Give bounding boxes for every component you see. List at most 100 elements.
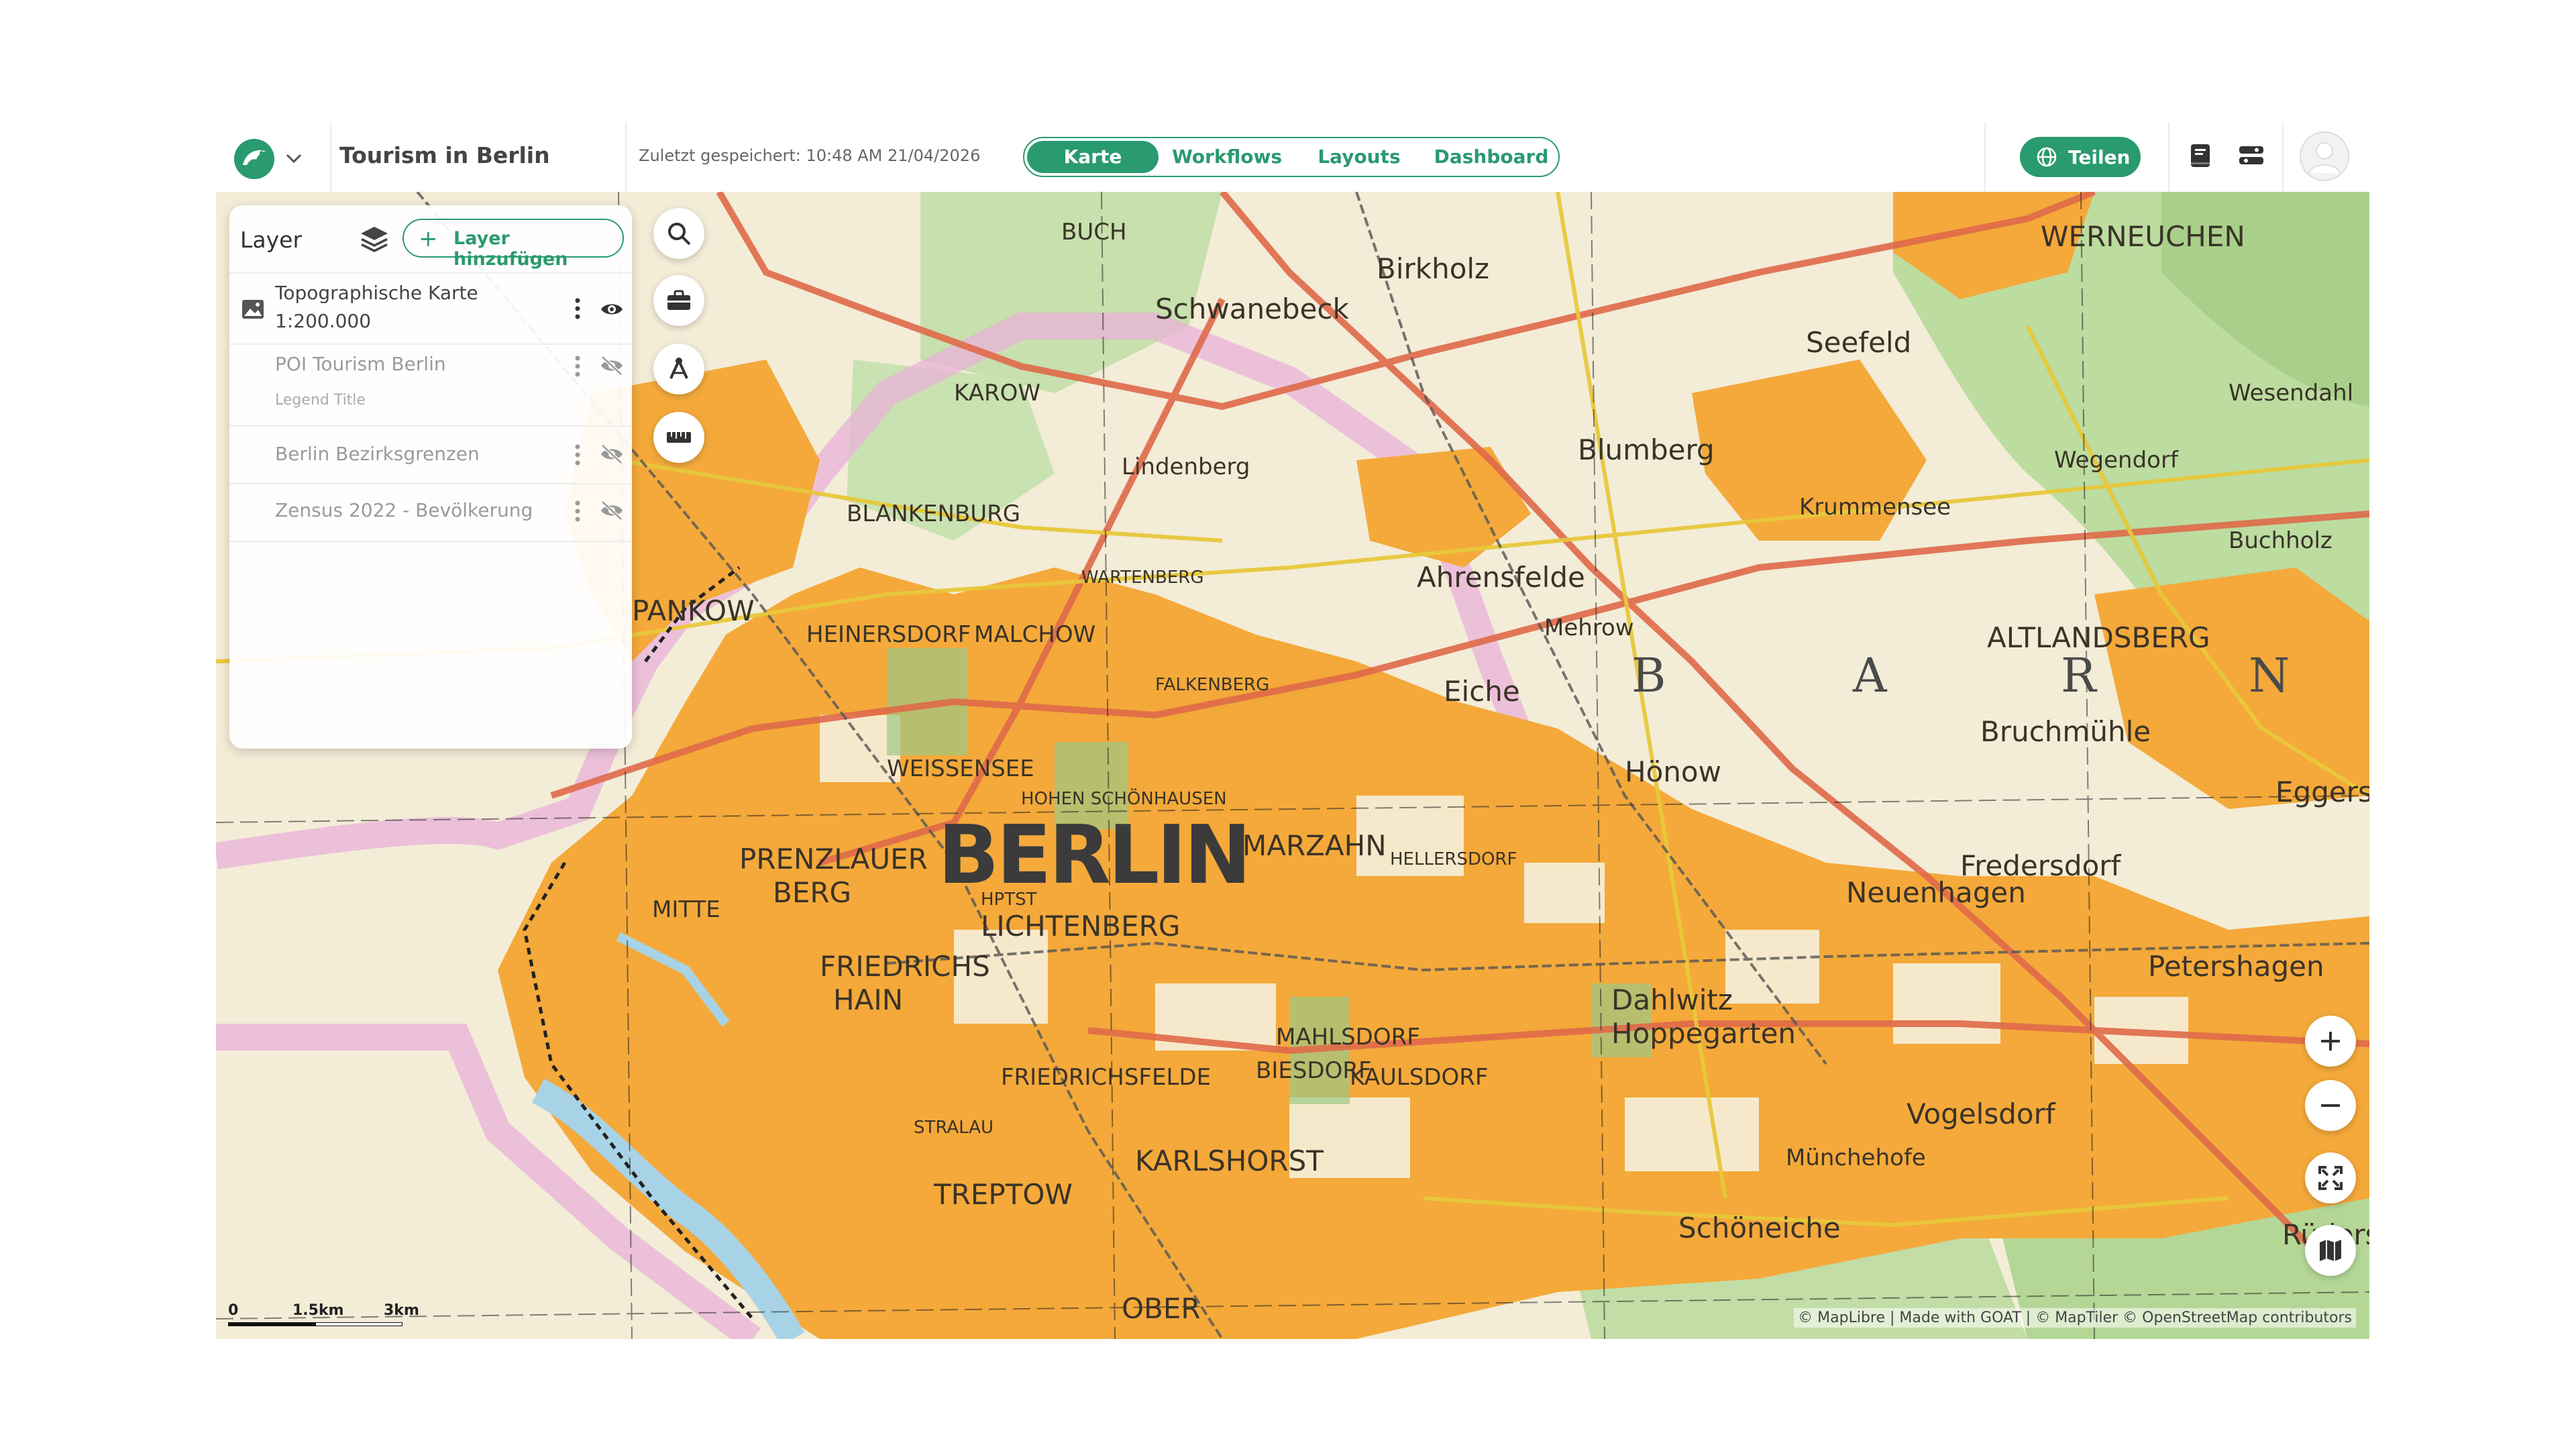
map-label-pankow: PANKOW — [632, 594, 755, 627]
layer-item-bezirksgrenzen[interactable]: Berlin Bezirksgrenzen — [229, 427, 632, 482]
scale-label-2: 3km — [384, 1302, 419, 1319]
divider — [229, 541, 632, 542]
logo-menu[interactable] — [233, 134, 314, 181]
book-icon[interactable] — [2186, 141, 2215, 170]
map-attribution[interactable]: © MapLibre | Made with GOAT | © MapTiler… — [1794, 1308, 2356, 1328]
zoom-out-button[interactable] — [2305, 1080, 2356, 1131]
map-label-stralau: STRALAU — [914, 1118, 994, 1138]
more-options-icon[interactable] — [574, 443, 581, 467]
map-label-buch: BUCH — [1061, 219, 1127, 246]
measure-button[interactable] — [653, 412, 704, 463]
add-layer-label: Layer hinzufügen — [453, 228, 568, 270]
plus-icon: + — [419, 225, 438, 252]
map-label-eggersdorf: Eggersdo — [2275, 775, 2369, 808]
map-label-friedrichsfelde: FRIEDRICHSFELDE — [1001, 1064, 1212, 1091]
chevron-down-icon[interactable] — [284, 152, 303, 165]
add-layer-button[interactable]: + Layer hinzufügen — [402, 219, 624, 270]
toolbox-button[interactable] — [653, 275, 704, 326]
tab-layouts[interactable]: Layouts — [1295, 141, 1423, 173]
map-label-weissensee: WEISSENSEE — [887, 755, 1034, 782]
map-label-buchholz: Buchholz — [2229, 527, 2332, 554]
map-label-bruchmuehle: Bruchmühle — [1980, 715, 2151, 748]
zoom-in-button[interactable] — [2305, 1016, 2356, 1067]
layer-item-poi-tourism[interactable]: POI Tourism Berlin Legend Title — [229, 345, 632, 424]
map-label-werneuchen: WERNEUCHEN — [2041, 220, 2245, 253]
divider — [229, 272, 632, 274]
project-title[interactable]: Tourism in Berlin — [339, 142, 550, 168]
map-canvas[interactable]: BERLIN HPTST WERNEUCHEN ALTLANDSBERG Ahr… — [216, 192, 2369, 1339]
layer-item-topographische-karte[interactable]: Topographische Karte 1:200.000 — [229, 275, 632, 342]
share-label: Teilen — [2068, 146, 2131, 168]
draw-button[interactable] — [653, 343, 704, 394]
tab-karte[interactable]: Karte — [1027, 141, 1159, 173]
layer-name: Zensus 2022 - Bevölkerung — [275, 499, 533, 521]
map-label-vogelsdorf: Vogelsdorf — [1907, 1097, 2055, 1130]
map-label-berg: BERG — [773, 876, 852, 909]
map-label-muenchehofe: Münchehofe — [1786, 1144, 1926, 1171]
map-label-hellersdorf: HELLERSDORF — [1390, 849, 1517, 869]
map-label-blumberg: Blumberg — [1578, 433, 1715, 466]
logo-icon[interactable] — [233, 138, 275, 180]
zoom-in-icon — [2321, 1032, 2340, 1051]
layer-item-zensus[interactable]: Zensus 2022 - Bevölkerung — [229, 484, 632, 539]
divider — [1984, 122, 1986, 192]
map-label-lichtenberg: LICHTENBERG — [981, 910, 1181, 943]
eye-off-icon[interactable] — [600, 444, 624, 464]
map-label-lindenberg: Lindenberg — [1122, 453, 1250, 480]
draw-icon — [669, 358, 688, 379]
map-label-karlshorst: KARLSHORST — [1135, 1144, 1324, 1177]
layers-stack-icon[interactable] — [358, 223, 390, 255]
map-label-region-a: A — [1853, 648, 1891, 703]
map-label-malchow: MALCHOW — [974, 621, 1096, 648]
toggle-panels-icon[interactable] — [2237, 141, 2266, 170]
measure-icon — [667, 432, 691, 443]
user-icon — [2300, 131, 2349, 181]
layer-panel: Layer + Layer hinzufügen Topographische … — [229, 205, 632, 749]
map-label-wesendahl: Wesendahl — [2229, 380, 2354, 407]
eye-off-icon[interactable] — [600, 356, 624, 376]
layer-name: Berlin Bezirksgrenzen — [275, 443, 480, 465]
more-options-icon[interactable] — [574, 499, 581, 523]
map-label-fredersdorf: Fredersdorf — [1960, 849, 2121, 882]
search-icon — [668, 223, 691, 246]
globe-icon — [2037, 147, 2057, 167]
map-label-karow: KAROW — [954, 380, 1040, 407]
map-label-prenzlauer: PRENZLAUER — [739, 843, 928, 875]
more-options-icon[interactable] — [574, 297, 581, 321]
layer-panel-title: Layer — [240, 227, 303, 253]
user-avatar[interactable] — [2300, 131, 2349, 181]
top-header: Tourism in Berlin Zuletzt gespeichert: 1… — [216, 122, 2369, 193]
map-label-berlin: BERLIN — [938, 809, 1251, 902]
tab-dashboard[interactable]: Dashboard — [1426, 141, 1557, 173]
map-label-mehrow: Mehrow — [1544, 614, 1634, 641]
scale-bar-segment — [315, 1322, 402, 1326]
app-window: Tourism in Berlin Zuletzt gespeichert: 1… — [216, 122, 2369, 1339]
view-tabs: Karte Workflows Layouts Dashboard — [1023, 137, 1560, 177]
map-label-krummensee: Krummensee — [1799, 494, 1951, 521]
tab-workflows[interactable]: Workflows — [1161, 141, 1293, 173]
map-label-region-b: B — [1631, 648, 1670, 703]
fullscreen-button[interactable] — [2305, 1152, 2356, 1203]
map-label-hoenow: Hönow — [1625, 755, 1721, 788]
more-options-icon[interactable] — [574, 354, 581, 378]
layer-scale: 1:200.000 — [275, 310, 372, 332]
scale-bar-segment — [228, 1322, 315, 1326]
layer-name: POI Tourism Berlin — [275, 353, 446, 375]
eye-off-icon[interactable] — [600, 500, 624, 521]
map-label-treptow: TREPTOW — [934, 1178, 1073, 1211]
scale-label-0: 0 — [228, 1302, 239, 1319]
map-label-heinersdorf: HEINERSDORF — [806, 621, 971, 648]
eye-icon[interactable] — [600, 299, 624, 319]
map-label-schwanebeck: Schwanebeck — [1155, 292, 1349, 325]
share-button[interactable]: Teilen — [2020, 137, 2141, 177]
fullscreen-icon — [2318, 1166, 2343, 1190]
toolbox-icon — [667, 290, 690, 310]
scale-bar: 0 1.5km 3km — [228, 1302, 449, 1329]
basemap-button[interactable] — [2305, 1225, 2356, 1276]
map-label-biesdorf: BIESDORF — [1256, 1057, 1372, 1084]
scale-label-1: 1.5km — [292, 1302, 344, 1319]
search-button[interactable] — [653, 208, 704, 259]
map-label-friedrichs: FRIEDRICHS — [820, 950, 990, 983]
map-label-hoppegarten: Hoppegarten — [1611, 1017, 1796, 1050]
map-label-birkholz: Birkholz — [1377, 252, 1490, 285]
